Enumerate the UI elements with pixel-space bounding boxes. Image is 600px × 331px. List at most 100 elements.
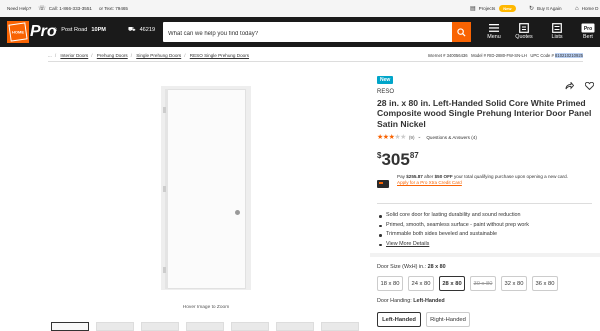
breadcrumb-single-prehung-doors[interactable]: Single Prehung Doors [136, 53, 181, 58]
breadcrumb-prehung-doors[interactable]: Prehung Doors [97, 53, 128, 58]
door-image[interactable] [167, 89, 246, 289]
door-handing-selected: Left-Handed [413, 298, 445, 304]
thumbnail[interactable] [231, 322, 269, 331]
phone-icon: ☏ [38, 6, 46, 12]
home-label[interactable]: Home D [582, 6, 599, 11]
pay-suffix: your total qualifying purchase upon open… [454, 174, 568, 179]
store-name[interactable]: Post Road [61, 27, 87, 33]
product-price: $30587 [377, 151, 419, 170]
thumbnail[interactable] [186, 322, 224, 331]
list-icon [552, 21, 562, 34]
breadcrumb-reso-single-prehung[interactable]: RESO Single Prehung Doors [190, 53, 249, 58]
chevron-down-icon[interactable]: ⌄ [418, 134, 422, 140]
questions-answers-link[interactable]: Questions & Answers (4) [426, 135, 477, 140]
price-cents: 87 [409, 151, 419, 160]
star-icon: ★ [400, 134, 406, 141]
search-icon [457, 27, 466, 37]
account-icon: Pro [581, 21, 595, 34]
store-selector[interactable]: ⌂ Post Road 10PM [53, 26, 106, 33]
nav-lists-label[interactable]: Lists [551, 34, 562, 40]
credit-card-icon [377, 180, 389, 188]
product-image-viewer[interactable] [48, 69, 364, 307]
feature-item: Trimmable both sides beveled and sustain… [377, 230, 592, 240]
text-contact[interactable]: or Text: 79465 [99, 6, 128, 11]
truck-icon: ⛟ [128, 27, 136, 33]
star-rating[interactable]: ★★★★★ [377, 133, 406, 141]
breadcrumb: ... / Interior Doors / Prehung Doors / Sing… [48, 53, 250, 58]
rating-row[interactable]: ★★★★★ (9) ⌄ Questions & Answers (4) [377, 133, 477, 141]
feature-item: Solid core door for lasting durability a… [377, 211, 592, 221]
model-number: Model # RID-2880-FW-SN-LH [471, 53, 527, 58]
qa-label[interactable]: Questions & Answers (4) [426, 135, 477, 140]
review-count[interactable]: (9) [409, 135, 415, 140]
zip-code[interactable]: 46219 [140, 27, 156, 33]
nav-quotes[interactable]: Quotes [509, 21, 539, 45]
internet-number: Internet # 340056436 [427, 53, 468, 58]
product-title: 28 in. x 80 in. Left-Handed Solid Core W… [377, 98, 592, 129]
size-option-selected[interactable]: 28 x 80 [439, 276, 465, 291]
nav-account[interactable]: Pro Bert [576, 21, 600, 45]
size-option[interactable]: 24 x 80 [408, 276, 434, 291]
heart-icon[interactable] [584, 77, 595, 95]
size-option[interactable]: 32 x 80 [501, 276, 527, 291]
size-option-unavailable[interactable]: 30 x 80 [470, 276, 496, 291]
door-handing-label-text: Door Handing: [377, 298, 412, 304]
upc-label: UPC Code # [530, 53, 554, 58]
feature-list: Solid core door for lasting durability a… [377, 211, 592, 249]
pay-prefix: Pay [397, 174, 405, 179]
search-button[interactable] [452, 22, 471, 42]
new-pill: New [499, 5, 516, 12]
share-icon[interactable] [565, 77, 575, 95]
phone-contact[interactable]: ☏ Call: 1-866-333-3551 [38, 5, 92, 12]
projects-link[interactable]: ▤ Projects New [470, 0, 516, 17]
thumbnail[interactable] [276, 322, 314, 331]
feature-item: Primed, smooth, seamless surface - paint… [377, 221, 592, 231]
apply-credit-link[interactable]: Apply for a Pro Xtra Credit Card [397, 180, 592, 186]
zoom-hint: Hover Image to Zoom [182, 305, 230, 310]
thumbnail[interactable] [96, 322, 134, 331]
pay-after: after [424, 174, 434, 179]
brand-name[interactable]: RESO [377, 89, 394, 95]
buy-again-label[interactable]: Buy It Again [537, 6, 562, 11]
quotes-icon [519, 21, 529, 34]
thumbnail[interactable] [51, 322, 89, 331]
nav-menu-label[interactable]: Menu [487, 34, 501, 40]
handing-option-selected[interactable]: Left-Handed [377, 312, 421, 327]
home-icon: ⌂ [575, 5, 579, 12]
refresh-icon: ↻ [529, 6, 535, 12]
door-size-label: Door Size (WxH) in.: 28 x 80 [377, 264, 446, 270]
nav-lists[interactable]: Lists [542, 21, 572, 45]
search-input[interactable] [163, 24, 443, 44]
call-text[interactable]: Call: 1-866-333-3551 [49, 6, 92, 11]
handing-option[interactable]: Right-Handed [426, 312, 470, 327]
thumbnail[interactable] [321, 322, 359, 331]
door-knob [235, 210, 240, 215]
svg-text:HOME: HOME [12, 30, 24, 35]
nav-quotes-label[interactable]: Quotes [515, 34, 532, 40]
buy-again-link[interactable]: ↻ Buy It Again [529, 0, 562, 17]
hinge [163, 107, 166, 113]
hinge [163, 186, 166, 192]
breadcrumb-interior-doors[interactable]: Interior Doors [60, 53, 88, 58]
breadcrumb-ellipsis[interactable]: ... [48, 53, 52, 58]
discount-amount: $50 OFF [434, 174, 453, 179]
menu-icon [489, 21, 499, 34]
nav-account-label[interactable]: Bert [583, 34, 593, 40]
home-depot-logo[interactable]: HOME [7, 21, 29, 43]
nav-menu[interactable]: Menu [479, 21, 509, 45]
projects-label[interactable]: Projects [479, 6, 496, 11]
size-option[interactable]: 36 x 80 [532, 276, 558, 291]
product-identifiers: Internet # 340056436 Model # RID-2880-FW… [428, 53, 583, 58]
credit-offer-text: Pay $255.87 after $50 OFF your total qua… [397, 174, 592, 186]
delivery-zip[interactable]: ⛟ 46219 [128, 26, 155, 34]
store-hours: 10PM [91, 26, 106, 33]
size-option[interactable]: 18 x 80 [377, 276, 403, 291]
more-details-item: View More Details [377, 240, 592, 250]
thumbnail[interactable] [141, 322, 179, 331]
door-size-options: 18 x 80 24 x 80 28 x 80 30 x 80 32 x 80 … [377, 276, 563, 291]
section-divider [377, 203, 592, 204]
view-more-details-link[interactable]: View More Details [386, 241, 429, 247]
hinge [163, 267, 166, 273]
door-size-label-text: Door Size (WxH) in.: [377, 264, 427, 270]
home-link[interactable]: ⌂ Home D [575, 0, 598, 17]
